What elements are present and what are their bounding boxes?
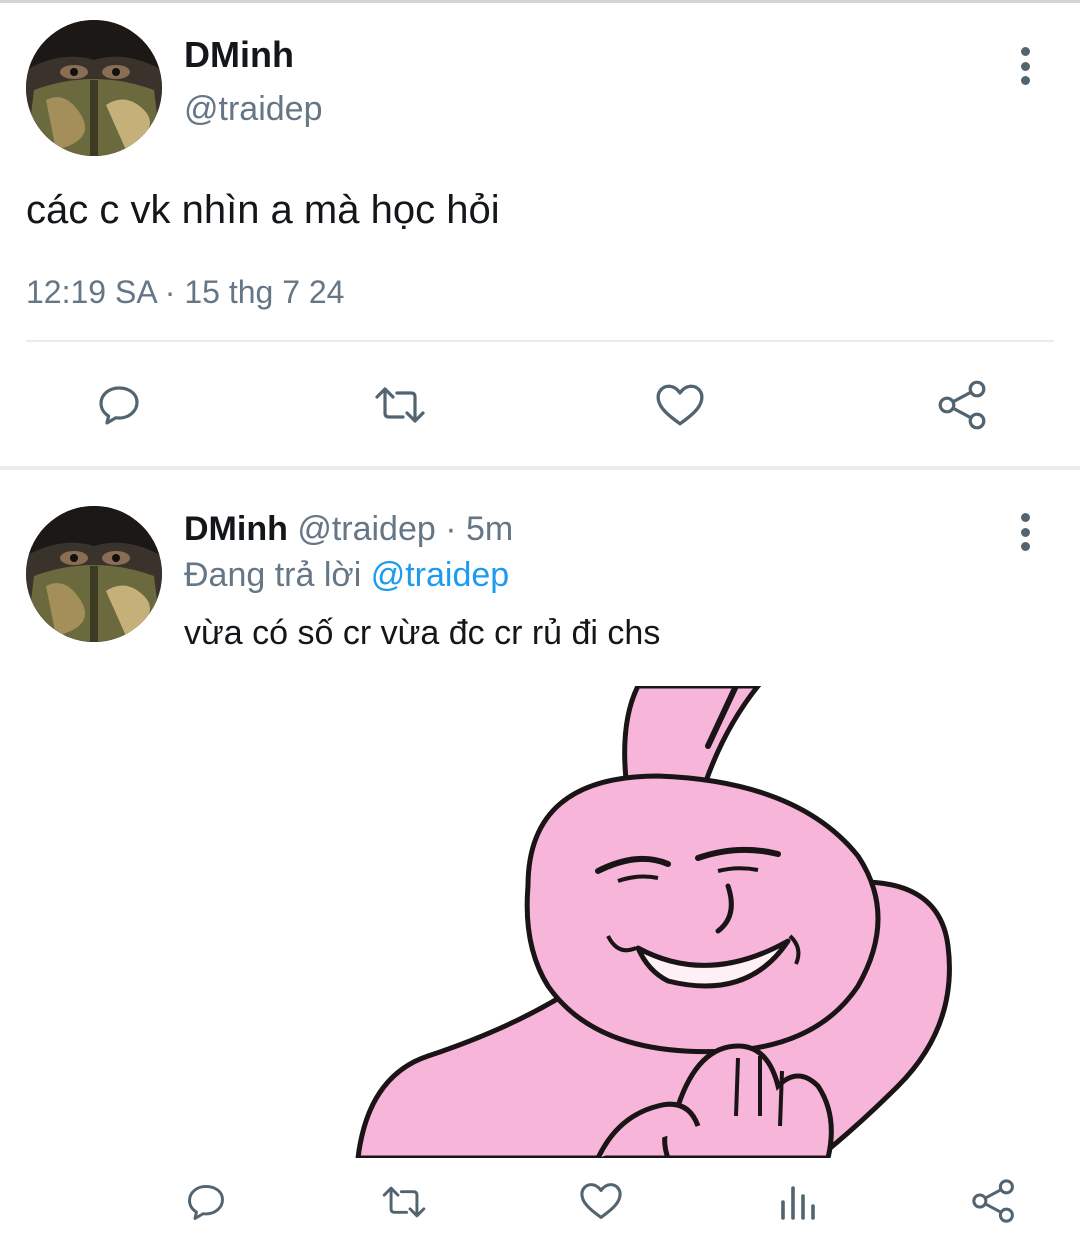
like-icon xyxy=(656,384,704,426)
reply-header: DMinh @traidep · 5m xyxy=(184,510,513,549)
pink-rabbit-meme-image xyxy=(355,686,952,1158)
divider xyxy=(26,340,1054,342)
main-tweet: DMinh @traidep các c vk nhìn a mà học hỏ… xyxy=(0,0,1080,470)
retweet-icon xyxy=(375,387,425,423)
more-dot xyxy=(1020,513,1030,522)
author-name[interactable]: DMinh xyxy=(184,34,294,76)
more-options-button[interactable] xyxy=(1005,41,1045,91)
analytics-button[interactable] xyxy=(776,1180,818,1224)
share-button[interactable] xyxy=(936,378,990,432)
retweet-button[interactable] xyxy=(378,1178,430,1226)
section-divider xyxy=(0,466,1080,470)
like-icon xyxy=(580,1183,622,1219)
tweet-media-image[interactable] xyxy=(298,686,958,1158)
tweet-timestamp[interactable]: 12:19 SA · 15 thg 7 24 xyxy=(26,274,344,311)
replying-mention-link[interactable]: @traidep xyxy=(371,556,509,594)
avatar-image xyxy=(26,506,162,642)
share-button[interactable] xyxy=(970,1176,1018,1226)
analytics-icon xyxy=(781,1186,815,1220)
author-handle[interactable]: @traidep xyxy=(184,90,322,129)
more-dot xyxy=(1020,76,1030,85)
author-handle-time: @traidep · 5m xyxy=(297,510,514,548)
like-button[interactable] xyxy=(578,1178,624,1224)
more-options-button[interactable] xyxy=(1005,507,1045,557)
retweet-button[interactable] xyxy=(370,380,430,430)
like-button[interactable] xyxy=(654,380,706,430)
replying-to-line: Đang trả lời @traidep xyxy=(184,556,509,595)
author-name[interactable]: DMinh xyxy=(184,510,288,548)
tweet-text: các c vk nhìn a mà học hỏi xyxy=(26,188,500,232)
more-dot xyxy=(1020,527,1030,537)
more-dot xyxy=(1020,61,1030,71)
reply-button[interactable] xyxy=(182,1178,230,1226)
avatar[interactable] xyxy=(26,20,162,156)
more-dot xyxy=(1020,542,1030,551)
retweet-icon xyxy=(382,1186,426,1218)
replying-prefix: Đang trả lời xyxy=(184,556,362,594)
tweet-text: vừa có số cr vừa đc cr rủ đi chs xyxy=(184,614,661,652)
reply-icon xyxy=(188,1184,224,1220)
avatar[interactable] xyxy=(26,506,162,642)
reply-button[interactable] xyxy=(94,380,144,430)
share-icon xyxy=(938,380,986,430)
reply-icon xyxy=(99,386,139,425)
more-dot xyxy=(1020,47,1030,56)
share-icon xyxy=(972,1179,1014,1223)
avatar-image xyxy=(26,20,162,156)
